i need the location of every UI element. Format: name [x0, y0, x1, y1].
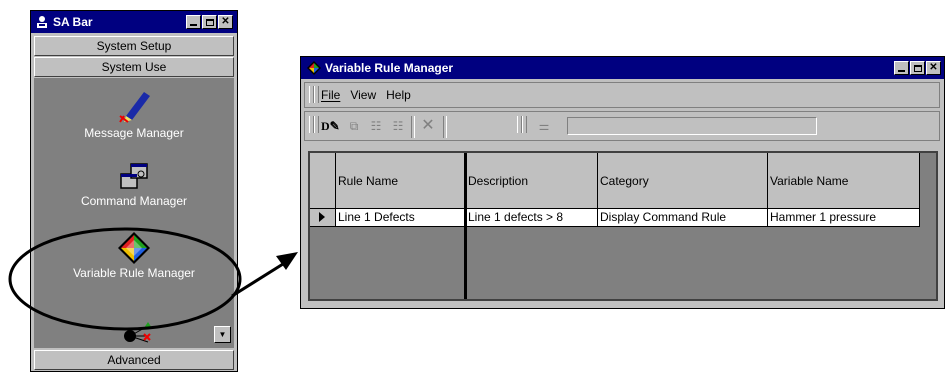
cell-category[interactable]: Display Command Rule [598, 209, 768, 227]
minimize-button[interactable] [894, 61, 909, 75]
cell-variable-name[interactable]: Hammer 1 pressure [768, 209, 920, 227]
column-divider [464, 153, 467, 299]
vrm-titlebar[interactable]: Variable Rule Manager ✕ [301, 57, 944, 79]
tool-label: Command Manager [80, 194, 188, 208]
rules-grid: Rule Name Description Category Variable … [308, 151, 938, 301]
pen-icon [119, 92, 150, 123]
maximize-button[interactable] [910, 61, 925, 75]
tool-label: Variable Rule Manager [73, 266, 195, 280]
group-system-setup[interactable]: System Setup [34, 36, 234, 56]
toolbar-separator [443, 116, 447, 138]
callout-arrowhead [276, 252, 298, 270]
toolbar: D✎ ⧉ ☷ ☷ ✕ ⚌ [304, 111, 940, 141]
delete-icon[interactable]: ✕ [419, 118, 437, 134]
row-selector[interactable] [310, 209, 336, 227]
tool-label: Message Manager [84, 126, 184, 140]
filter-icon[interactable]: ⚌ [535, 118, 553, 134]
cell-rule-name[interactable]: Line 1 Defects [336, 209, 466, 227]
vrm-title: Variable Rule Manager [325, 61, 454, 75]
column-header-description[interactable]: Description [466, 153, 598, 209]
sa-bar-title: SA Bar [53, 15, 93, 29]
tool-message-manager[interactable]: Message Manager [34, 86, 234, 140]
toolbar-combo-field[interactable] [567, 117, 817, 135]
column-header-rule-name[interactable]: Rule Name [336, 153, 466, 209]
row-header-corner [310, 153, 336, 209]
tool-variable-rule-manager[interactable]: Variable Rule Manager [34, 230, 234, 280]
column-header-variable-name[interactable]: Variable Name [768, 153, 920, 209]
sa-bar-window: SA Bar ✕ System Setup System Use Message… [30, 10, 238, 372]
sa-bar-titlebar[interactable]: SA Bar ✕ [31, 11, 237, 33]
vrm-app-icon [307, 61, 321, 75]
variable-rule-manager-window: Variable Rule Manager ✕ File View Help D… [300, 56, 945, 309]
column-header-category[interactable]: Category [598, 153, 768, 209]
new-rule-icon[interactable]: D✎ [321, 118, 340, 134]
minimize-button[interactable] [186, 15, 201, 29]
properties-icon[interactable]: ☷ [367, 118, 385, 134]
scroll-down-button[interactable]: ▼ [214, 326, 231, 343]
callout-arrow-line [231, 262, 284, 298]
current-row-arrow-icon [319, 212, 325, 222]
sa-bar-app-icon [35, 15, 49, 29]
copy-icon[interactable]: ⧉ [345, 118, 363, 134]
menu-bar: File View Help [304, 82, 940, 108]
toolbar-grip[interactable] [314, 116, 319, 133]
command-windows-icon [120, 163, 148, 189]
menu-view[interactable]: View [350, 88, 376, 102]
group-system-use[interactable]: System Use [34, 57, 234, 77]
close-button[interactable]: ✕ [926, 61, 941, 75]
network-node-icon [124, 322, 152, 343]
diamond-rule-icon [118, 232, 150, 264]
maximize-button[interactable] [202, 15, 217, 29]
group-advanced[interactable]: Advanced [34, 350, 234, 370]
toolbar-grip[interactable] [522, 116, 527, 133]
menu-file[interactable]: File [321, 88, 340, 102]
tool-panel: Message Manager Command Manager Variable [34, 78, 234, 348]
toolbar-separator [411, 116, 415, 138]
menu-grip[interactable] [314, 86, 319, 103]
cell-description[interactable]: Line 1 defects > 8 [466, 209, 598, 227]
menu-help[interactable]: Help [386, 88, 411, 102]
close-button[interactable]: ✕ [218, 15, 233, 29]
properties-alt-icon[interactable]: ☷ [389, 118, 407, 134]
tool-command-manager[interactable]: Command Manager [34, 160, 234, 208]
